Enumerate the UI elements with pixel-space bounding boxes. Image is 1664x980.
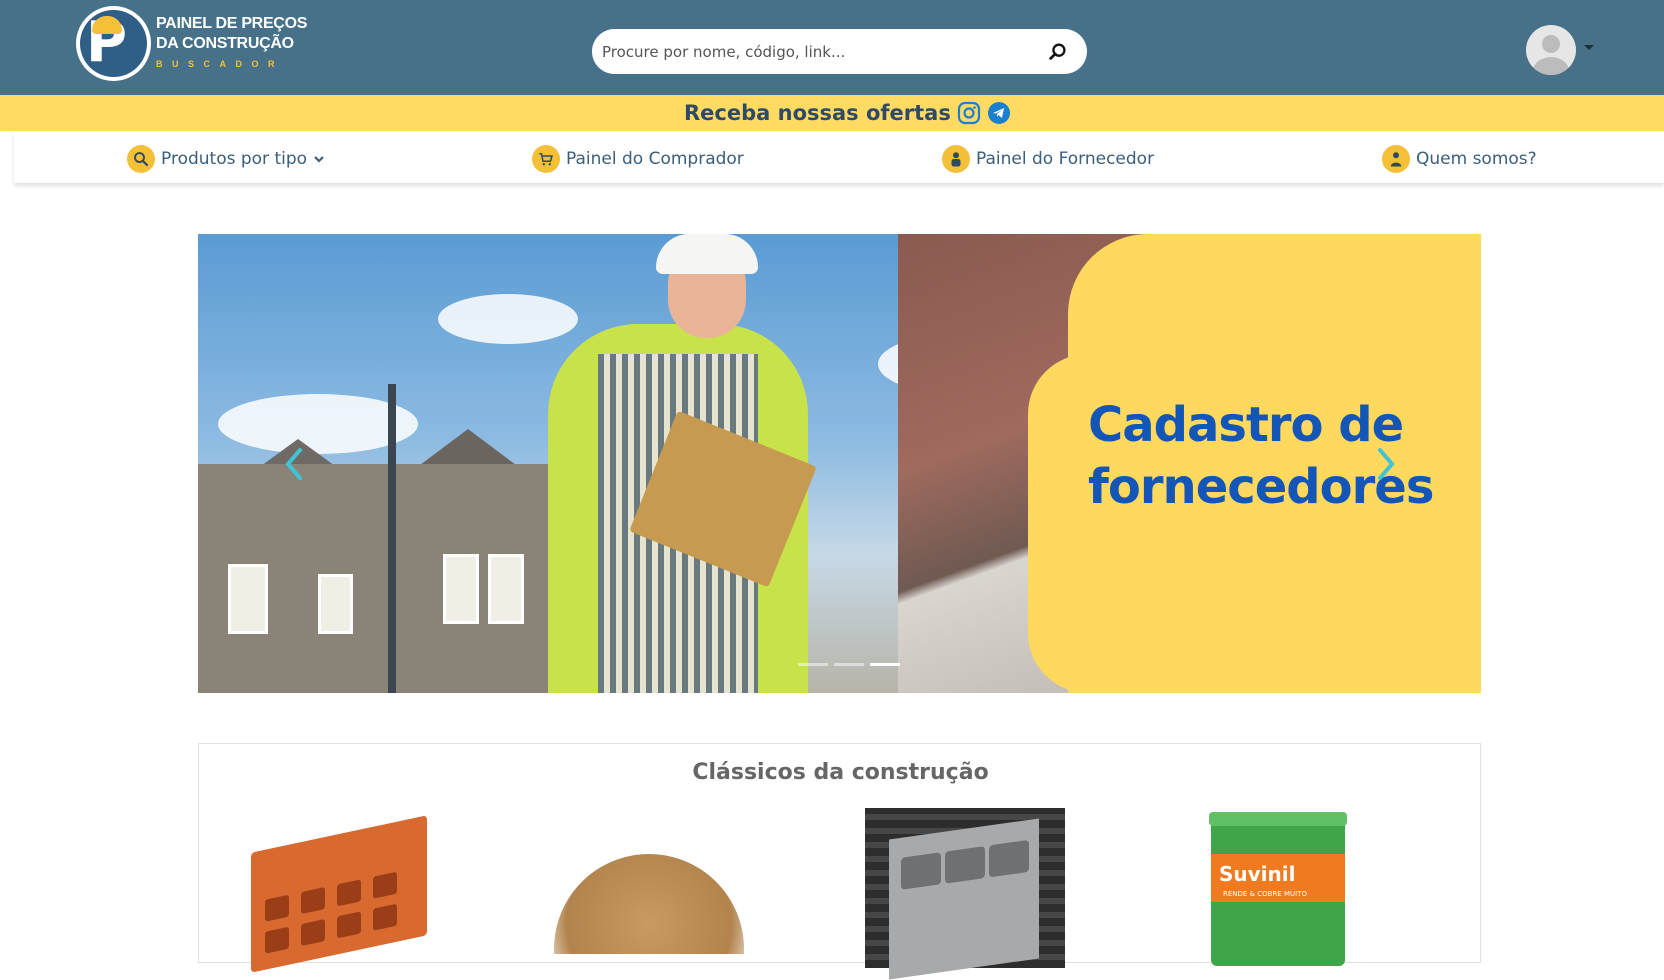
offers-banner: Receba nossas ofertas [0, 95, 1664, 131]
nav-label: Produtos por tipo [161, 149, 308, 169]
search-icon[interactable] [1047, 41, 1069, 63]
search-input[interactable] [600, 29, 1040, 74]
nav-label: Painel do Fornecedor [976, 149, 1155, 169]
banner-photo-house [198, 464, 558, 693]
brick-image [251, 815, 427, 973]
nav-label: Quem somos? [1416, 149, 1537, 169]
worker-helmet [656, 234, 758, 274]
about-icon [1382, 145, 1410, 173]
nav-item-products-by-type[interactable]: Produtos por tipo [127, 145, 325, 173]
instagram-icon[interactable] [957, 101, 981, 125]
logo-title: PAINEL DE PREÇOS DA CONSTRUÇÃO [156, 15, 308, 52]
sand-image [554, 854, 744, 954]
banner-headline: Cadastro de fornecedores [1088, 397, 1434, 515]
header: P PAINEL DE PREÇOS DA CONSTRUÇÃO BUSCADO… [0, 0, 1664, 95]
search-icon [127, 145, 155, 173]
nav-item-buyer-panel[interactable]: Painel do Comprador [532, 145, 744, 173]
offers-text: Receba nossas ofertas [684, 101, 951, 125]
paint-brand: Suvinil [1219, 862, 1296, 886]
carousel-indicator-active[interactable] [870, 663, 900, 666]
chevron-down-icon [314, 156, 324, 163]
section-title: Clássicos da construção [692, 760, 989, 785]
paint-tag: RENDE & COBRE MUITO [1223, 890, 1307, 898]
classics-section: Clássicos da construção Suvinil RENDE & … [198, 743, 1481, 980]
logo-circle: P [76, 6, 151, 81]
street-lamp [388, 384, 396, 693]
main-nav: Produtos por tipo Painel do Comprador Pa… [14, 131, 1664, 183]
nav-item-supplier-panel[interactable]: Painel do Fornecedor [942, 145, 1154, 173]
concrete-block-image [889, 818, 1039, 980]
nav-label: Painel do Comprador [566, 149, 744, 169]
telegram-icon[interactable] [987, 101, 1011, 125]
carousel-indicator[interactable] [834, 663, 864, 666]
avatar-icon [1533, 35, 1569, 75]
carousel-prev-button[interactable] [282, 446, 306, 482]
hero-carousel: Cadastro de fornecedores [198, 234, 1481, 693]
supplier-icon [942, 145, 970, 173]
user-avatar[interactable] [1526, 25, 1576, 75]
cart-icon [532, 145, 560, 173]
carousel-indicators [798, 663, 900, 666]
logo-subtitle: BUSCADOR [156, 59, 285, 69]
nav-item-about[interactable]: Quem somos? [1382, 145, 1537, 173]
site-logo[interactable]: P PAINEL DE PREÇOS DA CONSTRUÇÃO BUSCADO… [76, 6, 376, 84]
search-bar [592, 29, 1087, 74]
carousel-next-button[interactable] [1374, 446, 1398, 482]
carousel-indicator[interactable] [798, 663, 828, 666]
chevron-down-icon[interactable] [1584, 45, 1594, 50]
